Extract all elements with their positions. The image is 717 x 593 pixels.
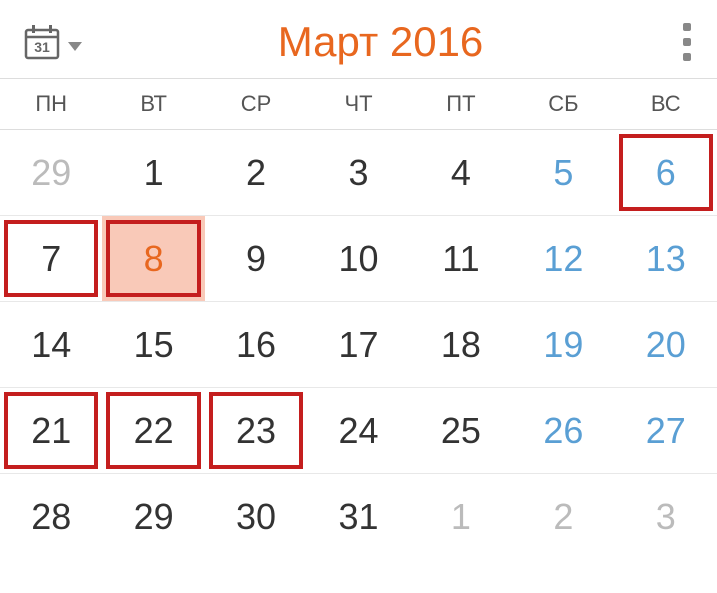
day-cell[interactable]: 2 — [512, 474, 614, 559]
day-cell[interactable]: 23 — [205, 388, 307, 473]
day-cell[interactable]: 16 — [205, 302, 307, 387]
menu-dots-icon[interactable] — [679, 19, 695, 65]
day-cell[interactable]: 29 — [102, 474, 204, 559]
day-cell[interactable]: 17 — [307, 302, 409, 387]
day-cell[interactable]: 1 — [410, 474, 512, 559]
dropdown-arrow-icon — [68, 42, 82, 51]
day-cell[interactable]: 30 — [205, 474, 307, 559]
day-cell[interactable]: 4 — [410, 130, 512, 215]
day-cell[interactable]: 13 — [615, 216, 717, 301]
day-cell[interactable]: 22 — [102, 388, 204, 473]
day-cell[interactable]: 20 — [615, 302, 717, 387]
day-cell[interactable]: 25 — [410, 388, 512, 473]
day-cell[interactable]: 1 — [102, 130, 204, 215]
day-cell[interactable]: 24 — [307, 388, 409, 473]
day-cell[interactable]: 3 — [307, 130, 409, 215]
weekday-header: ЧТ — [307, 79, 409, 129]
calendar-selector[interactable]: 31 — [22, 22, 82, 62]
day-cell[interactable]: 7 — [0, 216, 102, 301]
day-cell[interactable]: 12 — [512, 216, 614, 301]
weekday-header: ВС — [615, 79, 717, 129]
day-cell[interactable]: 10 — [307, 216, 409, 301]
day-cell[interactable]: 19 — [512, 302, 614, 387]
day-cell[interactable]: 26 — [512, 388, 614, 473]
month-year-title: Март 2016 — [82, 18, 679, 66]
day-cell[interactable]: 6 — [615, 130, 717, 215]
weekday-header: ПТ — [410, 79, 512, 129]
day-cell[interactable]: 5 — [512, 130, 614, 215]
day-cell[interactable]: 14 — [0, 302, 102, 387]
svg-text:31: 31 — [34, 39, 50, 55]
day-cell[interactable]: 11 — [410, 216, 512, 301]
weekday-header-row: ПН ВТ СР ЧТ ПТ СБ ВС — [0, 78, 717, 130]
day-cell[interactable]: 9 — [205, 216, 307, 301]
day-cell[interactable]: 28 — [0, 474, 102, 559]
day-cell[interactable]: 2 — [205, 130, 307, 215]
day-cell[interactable]: 8 — [102, 216, 204, 301]
day-cell[interactable]: 21 — [0, 388, 102, 473]
day-cell[interactable]: 29 — [0, 130, 102, 215]
weekday-header: СБ — [512, 79, 614, 129]
weekday-header: ВТ — [102, 79, 204, 129]
day-cell[interactable]: 18 — [410, 302, 512, 387]
calendar-grid: ПН ВТ СР ЧТ ПТ СБ ВС 2912345678910111213… — [0, 78, 717, 559]
weekday-header: СР — [205, 79, 307, 129]
days-grid: 2912345678910111213141516171819202122232… — [0, 130, 717, 559]
calendar-icon: 31 — [22, 22, 62, 62]
day-cell[interactable]: 3 — [615, 474, 717, 559]
weekday-header: ПН — [0, 79, 102, 129]
calendar-header: 31 Март 2016 — [0, 0, 717, 78]
day-cell[interactable]: 15 — [102, 302, 204, 387]
day-cell[interactable]: 27 — [615, 388, 717, 473]
day-cell[interactable]: 31 — [307, 474, 409, 559]
